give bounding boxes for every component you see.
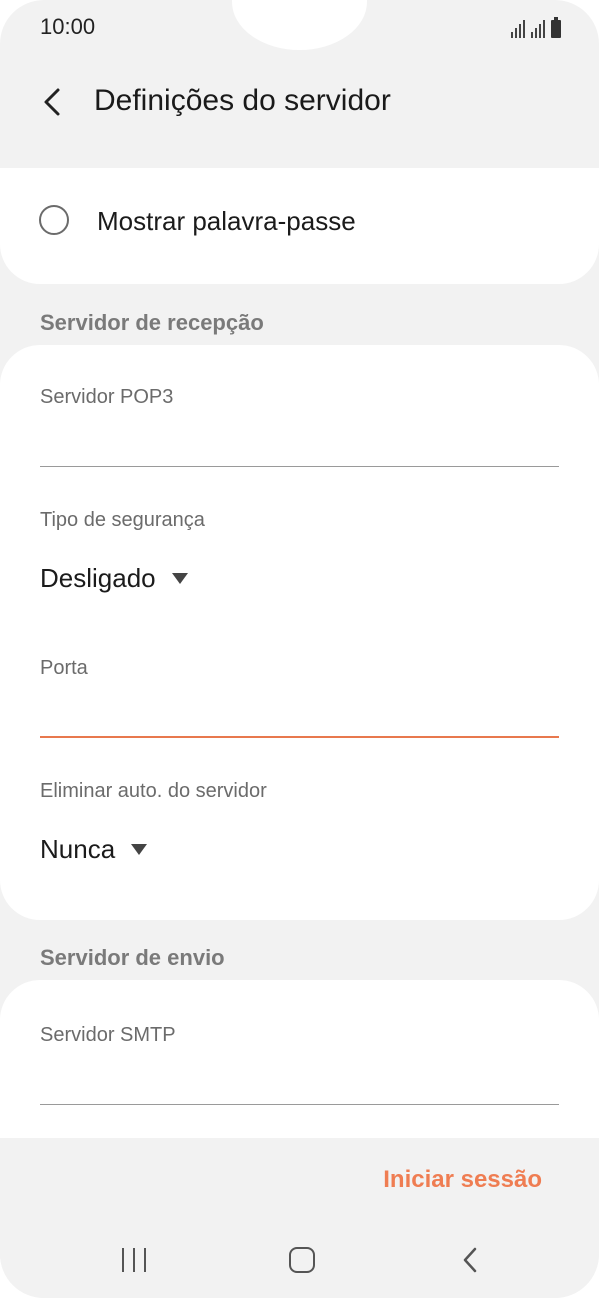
status-time: 10:00 — [40, 14, 96, 39]
show-password-checkbox[interactable] — [39, 205, 69, 235]
home-icon — [289, 1247, 315, 1273]
chevron-left-icon — [44, 88, 60, 116]
security-type-dropdown[interactable]: Desligado — [40, 563, 188, 594]
sign-in-button[interactable]: Iniciar sessão — [383, 1166, 542, 1194]
smtp-server-label: Servidor SMTP — [40, 1024, 176, 1046]
incoming-section-title: Servidor de recepção — [40, 310, 264, 335]
home-button[interactable] — [272, 1238, 332, 1282]
bottom-action-bar: Iniciar sessão — [0, 1138, 599, 1220]
system-nav-bar — [0, 1222, 599, 1298]
auto-delete-dropdown[interactable]: Nunca — [40, 834, 148, 865]
recent-apps-icon — [122, 1248, 146, 1272]
status-icons — [511, 16, 561, 38]
app-header: Definições do servidor — [0, 70, 599, 136]
port-label: Porta — [40, 657, 88, 679]
outgoing-server-card: Servidor SMTP — [0, 980, 599, 1150]
signal-icon — [531, 20, 545, 38]
port-underline — [40, 736, 559, 738]
pop3-server-input[interactable] — [40, 423, 559, 463]
system-back-button[interactable] — [440, 1238, 500, 1282]
security-type-value: Desligado — [40, 563, 156, 593]
security-type-label: Tipo de segurança — [40, 509, 205, 531]
back-icon — [463, 1247, 477, 1273]
signal-icon — [511, 20, 525, 38]
auto-delete-value: Nunca — [40, 834, 116, 864]
pop3-server-label: Servidor POP3 — [40, 386, 174, 408]
page-title: Definições do servidor — [94, 84, 391, 117]
camera-notch — [232, 0, 367, 50]
dropdown-arrow-icon — [131, 844, 148, 855]
show-password-label[interactable]: Mostrar palavra-passe — [97, 206, 356, 237]
battery-icon — [551, 17, 561, 38]
incoming-server-card: Servidor POP3 Tipo de segurança Desligad… — [0, 345, 599, 920]
show-password-card: Mostrar palavra-passe — [0, 168, 599, 284]
phone-screen: 10:00 Definições do servidor Mostrar pal… — [0, 0, 599, 1298]
smtp-server-input[interactable] — [40, 1060, 559, 1100]
dropdown-arrow-icon — [171, 573, 188, 584]
auto-delete-label: Eliminar auto. do servidor — [40, 780, 267, 802]
recent-apps-button[interactable] — [104, 1238, 164, 1282]
port-input[interactable] — [40, 693, 559, 733]
outgoing-section-title: Servidor de envio — [40, 945, 225, 970]
back-button[interactable] — [32, 80, 72, 124]
pop3-server-underline — [40, 466, 559, 467]
smtp-server-underline — [40, 1104, 559, 1105]
